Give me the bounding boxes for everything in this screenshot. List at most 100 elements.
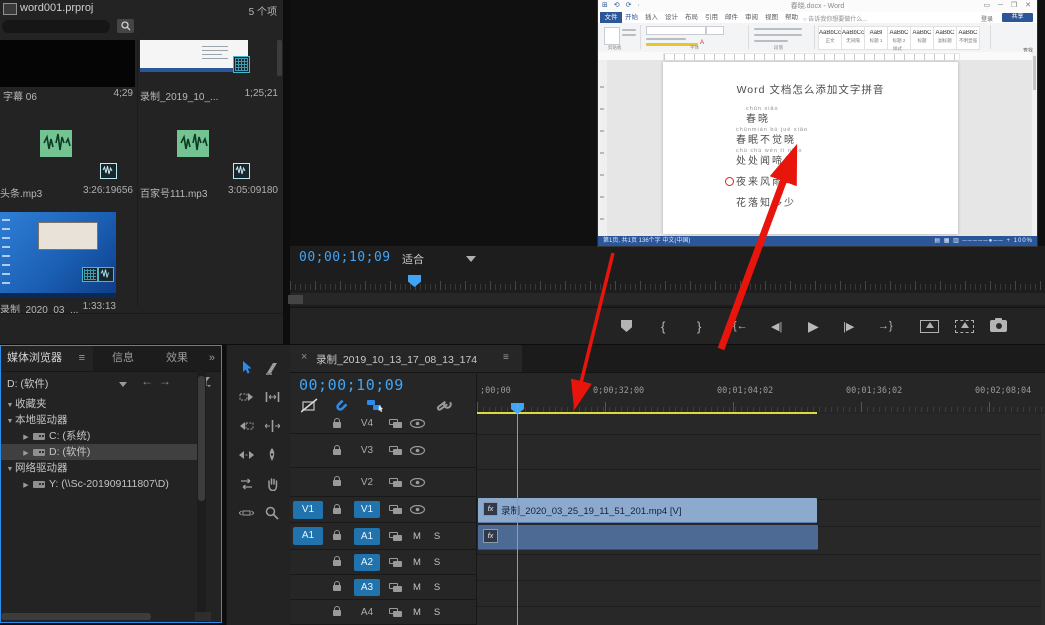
monitor-timecode[interactable]: 00;00;10;09 [299, 250, 391, 265]
track-target-button[interactable]: A1 [354, 527, 380, 545]
project-item-name[interactable]: 录制_2019_10_... [140, 88, 228, 103]
timeline-scrollbar[interactable] [1041, 414, 1045, 625]
panel-menu-icon[interactable]: ≡ [503, 352, 509, 363]
solo-track-button[interactable]: S [432, 607, 442, 618]
location-dropdown[interactable]: D: (软件) [7, 376, 48, 391]
mute-track-button[interactable]: M [412, 607, 422, 618]
rate-stretch-tool[interactable] [235, 444, 257, 466]
track-select-forward-tool[interactable] [235, 386, 257, 408]
mark-in-button[interactable]: { [661, 316, 665, 336]
track-lock-icon[interactable] [333, 606, 347, 616]
track-target-button[interactable]: V3 [354, 442, 380, 459]
tree-item[interactable]: ▶ D: (软件) [1, 444, 197, 460]
razor-tool[interactable] [261, 357, 283, 379]
tree-item[interactable]: ▶ Y: (\\Sc-201909111807\D) [1, 476, 197, 492]
hand-tool[interactable] [261, 473, 283, 495]
mute-track-button[interactable]: M [412, 582, 422, 593]
back-icon[interactable]: ← [141, 374, 153, 388]
chevron-down-icon[interactable] [119, 382, 127, 387]
tree-item[interactable]: ▼ 网络驱动器 [1, 460, 197, 476]
tab-overflow-icon[interactable]: » [209, 346, 215, 371]
step-forward-button[interactable]: |▶ [843, 316, 854, 336]
track-target-button[interactable]: A3 [354, 578, 380, 596]
sync-lock-icon[interactable] [389, 607, 402, 617]
step-back-button[interactable]: ◀| [771, 316, 782, 336]
sync-lock-icon[interactable] [389, 582, 402, 592]
video-thumbnail[interactable] [0, 212, 116, 298]
solo-track-button[interactable]: S [432, 582, 442, 593]
timeline-ruler[interactable]: ;00;00 0;00;32;00 00;01;04;02 00;01;36;0… [477, 372, 1045, 414]
project-search-input[interactable] [2, 20, 110, 33]
sync-lock-icon[interactable] [389, 446, 402, 455]
project-item-thumbnail[interactable] [140, 40, 248, 72]
sync-lock-icon[interactable] [389, 419, 402, 428]
export-frame-button[interactable] [990, 316, 1007, 336]
track-lock-icon[interactable] [333, 530, 347, 540]
toggle-track-output-icon[interactable] [410, 419, 425, 428]
extract-button[interactable] [955, 316, 974, 336]
rolling-edit-tool[interactable] [261, 415, 283, 437]
project-item-name[interactable]: 百家号111.mp3 [140, 185, 218, 200]
tree-item[interactable]: ▼ 本地驱动器 [1, 412, 197, 428]
audio-track-lane[interactable] [477, 581, 1045, 607]
toggle-track-output-icon[interactable] [410, 505, 425, 514]
tree-scrollbar-thumb[interactable] [198, 376, 205, 501]
toggle-track-output-icon[interactable] [410, 477, 425, 487]
solo-track-button[interactable]: S [432, 531, 442, 542]
panel-menu-icon[interactable]: ≡ [79, 346, 85, 371]
track-lock-icon[interactable] [333, 581, 347, 591]
track-lock-icon[interactable] [333, 556, 347, 566]
monitor-mini-ruler[interactable] [290, 274, 1045, 290]
monitor-scrollbar-thumb[interactable] [288, 295, 303, 304]
track-target-button[interactable]: A2 [354, 553, 380, 571]
forward-icon[interactable]: → [159, 374, 171, 388]
monitor-scrollbar-track[interactable] [290, 293, 1045, 305]
source-patch-button[interactable] [293, 553, 323, 571]
zoom-tool[interactable] [261, 502, 283, 524]
sync-lock-icon[interactable] [389, 477, 402, 487]
track-target-button[interactable]: V1 [354, 501, 380, 518]
audio-waveform-thumbnail[interactable] [40, 130, 72, 157]
tab-media-browser[interactable]: 媒体浏览器 ≡ [1, 346, 93, 371]
source-patch-button[interactable] [293, 442, 323, 460]
source-patch-button[interactable] [293, 603, 323, 621]
track-lock-icon[interactable] [333, 417, 347, 428]
slip-tool[interactable] [235, 473, 257, 495]
video-track-lane[interactable] [477, 414, 1045, 435]
audio-clip[interactable]: fx [478, 525, 818, 550]
source-patch-button[interactable] [293, 578, 323, 596]
source-patch-button[interactable] [293, 473, 323, 491]
project-item-thumbnail[interactable] [0, 40, 135, 87]
audio-track-lane[interactable] [477, 607, 1045, 625]
tree-item[interactable]: ▼ 收藏夹 [1, 396, 197, 412]
disclosure-triangle-icon[interactable]: ▶ [21, 478, 31, 494]
search-icon[interactable] [117, 19, 134, 33]
tree-item[interactable]: ▶ C: (系统) [1, 428, 197, 444]
sequence-tab-title[interactable]: 录制_2019_10_13_17_08_13_174 [316, 352, 477, 367]
track-lock-icon[interactable] [333, 444, 347, 455]
track-lock-icon[interactable] [333, 503, 347, 514]
lift-button[interactable] [920, 316, 939, 336]
chevron-down-icon[interactable] [466, 256, 476, 262]
mark-out-button[interactable]: } [697, 316, 701, 336]
video-track-lane[interactable] [477, 435, 1045, 470]
toggle-track-output-icon[interactable] [410, 446, 425, 455]
tab-effects[interactable]: 效果 [153, 346, 201, 371]
close-icon[interactable]: × [301, 351, 307, 363]
project-item-name[interactable]: 头条.mp3 [0, 185, 75, 200]
track-target-button[interactable]: A4 [354, 604, 380, 621]
source-patch-button[interactable] [293, 415, 323, 433]
zoom-fit-select[interactable]: 适合 [402, 251, 424, 267]
mute-track-button[interactable]: M [412, 557, 422, 568]
audio-track-lane[interactable] [477, 555, 1045, 581]
solo-track-button[interactable]: S [432, 557, 442, 568]
tree-hscrollbar-thumb[interactable] [1, 613, 151, 620]
video-track-lane[interactable] [477, 470, 1045, 500]
track-target-button[interactable]: V4 [354, 415, 380, 432]
tab-info[interactable]: 信息 [99, 346, 147, 371]
track-target-button[interactable]: V2 [354, 474, 380, 491]
timeline-settings-wrench-icon[interactable] [436, 399, 452, 414]
audio-waveform-thumbnail[interactable] [177, 130, 209, 157]
video-clip[interactable]: fx 录制_2020_03_25_19_11_51_201.mp4 [V] [478, 498, 817, 523]
go-to-in-button[interactable]: {← [733, 316, 748, 336]
